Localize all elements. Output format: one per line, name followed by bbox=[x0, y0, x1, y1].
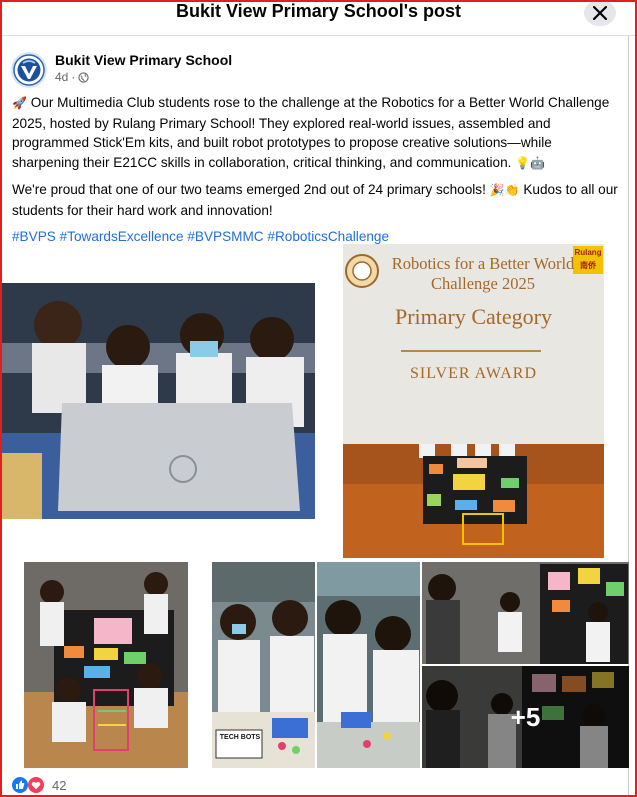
photo-boys-with-board-image bbox=[24, 562, 188, 768]
rocket-icon: 🚀 bbox=[12, 96, 27, 110]
meta-separator: · bbox=[71, 70, 76, 84]
photo-students-laptop-image bbox=[2, 283, 315, 519]
globe-icon bbox=[78, 71, 89, 83]
love-icon bbox=[28, 777, 44, 793]
post-body: 🚀 Our Multimedia Club students rose to t… bbox=[12, 93, 618, 254]
banner-line-2: Challenge 2025 bbox=[430, 274, 536, 293]
avatar[interactable] bbox=[11, 52, 47, 88]
post-paragraph-2: We're proud that one of our two teams em… bbox=[12, 180, 618, 220]
hashtag-link[interactable]: #RoboticsChallenge bbox=[267, 229, 389, 244]
post-time[interactable]: 4d bbox=[55, 70, 68, 84]
post-paragraph-1: 🚀 Our Multimedia Club students rose to t… bbox=[12, 93, 618, 173]
photo-judging-image bbox=[422, 562, 629, 664]
author-name[interactable]: Bukit View Primary School bbox=[55, 52, 232, 68]
like-icon bbox=[12, 777, 28, 793]
clapping-hands-icon: 👏 bbox=[504, 183, 520, 197]
photo-boys-building[interactable] bbox=[317, 562, 420, 768]
header-divider bbox=[0, 35, 637, 36]
lightbulb-icon: 💡 bbox=[515, 155, 531, 170]
banner-category: Primary Category bbox=[394, 304, 553, 329]
banner-heading: Robotics for a Better World Challenge 20… bbox=[383, 254, 583, 294]
photo-silver-award[interactable]: Rulang 南侨 Robotics for a Better World Ch… bbox=[343, 244, 604, 558]
banner-award: SILVER AWARD bbox=[409, 365, 538, 382]
close-icon bbox=[593, 6, 607, 20]
school-logo-icon bbox=[11, 52, 47, 88]
banner-line-1: Robotics for a Better World bbox=[391, 254, 575, 273]
reaction-bar[interactable]: 42 bbox=[12, 777, 66, 793]
photo-girls-building[interactable]: TECH BOTS bbox=[212, 562, 315, 768]
sign-tech-bots: TECH BOTS bbox=[219, 734, 261, 741]
photo-judging[interactable] bbox=[422, 562, 629, 664]
award-banner: Rulang 南侨 Robotics for a Better World Ch… bbox=[343, 244, 604, 444]
party-popper-icon: 🎉 bbox=[489, 183, 505, 197]
photo-boys-building-image bbox=[317, 562, 420, 768]
dialog-header: Bukit View Primary School's post bbox=[0, 0, 637, 36]
photo-boys-with-board[interactable] bbox=[24, 562, 188, 768]
hashtag-link[interactable]: #TowardsExcellence bbox=[60, 229, 184, 244]
robot-icon: 🤖 bbox=[530, 155, 546, 170]
hashtag-link[interactable]: #BVPSMMC bbox=[187, 229, 263, 244]
post-meta: 4d · bbox=[55, 70, 89, 84]
dialog-title: Bukit View Primary School's post bbox=[175, 1, 462, 21]
photo-more[interactable]: +5 bbox=[422, 666, 629, 768]
robotics-logo-icon bbox=[345, 254, 379, 288]
paragraph2-text: We're proud that one of our two teams em… bbox=[12, 182, 486, 197]
banner-rule bbox=[401, 350, 541, 352]
photo-students-laptop[interactable] bbox=[2, 283, 315, 519]
award-stage-image bbox=[343, 444, 604, 558]
hashtag-link[interactable]: #BVPS bbox=[12, 229, 56, 244]
more-photos-count: +5 bbox=[422, 666, 629, 768]
close-button[interactable] bbox=[584, 0, 616, 26]
reaction-count[interactable]: 42 bbox=[52, 778, 66, 793]
